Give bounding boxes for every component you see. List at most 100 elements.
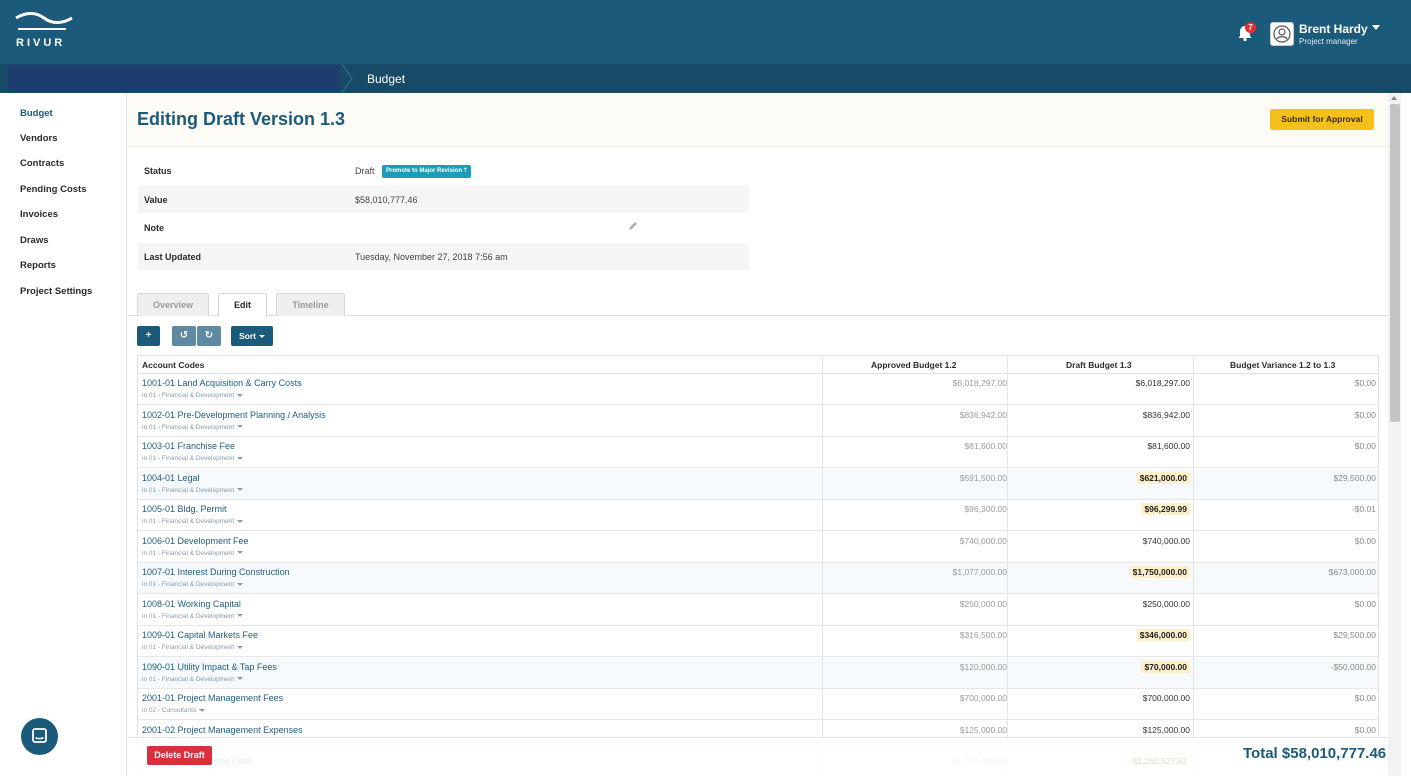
- account-category[interactable]: in 01 - Financial & Development: [142, 392, 244, 399]
- wave-logo-icon: [15, 12, 73, 30]
- account-code-link[interactable]: 1006-01 Development Fee: [142, 536, 249, 546]
- redo-button[interactable]: ↻: [197, 326, 221, 346]
- budget-variance-cell: $0.00: [1354, 598, 1376, 609]
- sidebar: [0, 93, 127, 776]
- chat-button[interactable]: [21, 718, 58, 755]
- approved-budget-cell: $81,600.00: [964, 441, 1007, 451]
- chevron-down-icon: [237, 614, 244, 618]
- account-code-link[interactable]: 1003-01 Franchise Fee: [142, 441, 235, 451]
- account-code-link[interactable]: 1004-01 Legal: [142, 473, 200, 483]
- user-name[interactable]: Brent Hardy: [1299, 22, 1368, 36]
- value-row: Value $58,010,777.46: [138, 185, 749, 213]
- header-approved-budget[interactable]: Approved Budget 1.2: [871, 360, 956, 370]
- chevron-down-icon: [237, 645, 244, 649]
- account-category-label: in 01 - Financial & Development: [142, 581, 235, 588]
- draft-budget-cell[interactable]: $6,018,297.00: [1136, 378, 1190, 388]
- sidebar-item-contracts[interactable]: Contracts: [20, 158, 64, 169]
- value-label: Value: [144, 195, 168, 205]
- draft-budget-cell[interactable]: $125,000.00: [1143, 725, 1190, 735]
- account-category[interactable]: in 02 - Consultants: [142, 707, 206, 714]
- sidebar-item-pending-costs[interactable]: Pending Costs: [20, 184, 87, 195]
- redo-icon: ↻: [204, 330, 214, 341]
- chat-icon: [32, 728, 47, 743]
- draft-budget-cell[interactable]: $836,942.00: [1143, 410, 1190, 420]
- account-category-label: in 01 - Financial & Development: [142, 392, 235, 399]
- undo-icon: ↺: [179, 330, 189, 341]
- value-amount: $58,010,777.46: [355, 195, 418, 205]
- account-code-link[interactable]: 1090-01 Utility Impact & Tap Fees: [142, 662, 277, 672]
- account-code-link[interactable]: 2001-01 Project Management Fees: [142, 693, 283, 703]
- account-code-link[interactable]: 1001-01 Land Acquisition & Carry Costs: [142, 378, 302, 388]
- delete-draft-button[interactable]: Delete Draft: [147, 746, 212, 765]
- tab-timeline[interactable]: Timeline: [276, 293, 345, 316]
- draft-budget-cell[interactable]: $740,000.00: [1143, 536, 1190, 546]
- sort-button[interactable]: Sort: [231, 326, 273, 346]
- account-category[interactable]: in 01 - Financial & Development: [142, 676, 244, 683]
- draft-budget-cell[interactable]: $700,000.00: [1143, 693, 1190, 703]
- account-category-label: in 01 - Financial & Development: [142, 455, 235, 462]
- avatar[interactable]: [1270, 22, 1294, 46]
- note-row: Note: [138, 213, 749, 243]
- account-category[interactable]: in 01 - Financial & Development: [142, 549, 244, 557]
- approved-budget-cell: $316,500.00: [959, 630, 1007, 640]
- undo-button[interactable]: ↺: [172, 326, 196, 346]
- account-code-link[interactable]: 1009-01 Capital Markets Fee: [142, 630, 258, 640]
- budget-variance-cell: $0.00: [1354, 441, 1376, 451]
- account-code-link[interactable]: 1005-01 Bldg. Permit: [142, 504, 227, 514]
- draft-budget-cell[interactable]: $250,000.00: [1143, 599, 1190, 609]
- sidebar-item-budget[interactable]: Budget: [20, 108, 53, 119]
- notification-badge: 7: [1245, 22, 1256, 33]
- scroll-up-icon[interactable]: [1391, 96, 1397, 100]
- draft-budget-cell[interactable]: $1,750,000.00: [1129, 566, 1190, 578]
- sidebar-item-vendors[interactable]: Vendors: [20, 133, 58, 144]
- submit-for-approval-button[interactable]: Submit for Approval: [1270, 109, 1374, 130]
- account-category-label: in 01 - Financial & Development: [142, 518, 235, 525]
- account-category[interactable]: in 01 - Financial & Development: [142, 644, 244, 651]
- header-account-codes[interactable]: Account Codes: [142, 360, 204, 370]
- account-category[interactable]: in 01 - Financial & Development: [142, 486, 244, 494]
- sidebar-item-reports[interactable]: Reports: [20, 260, 56, 271]
- account-category[interactable]: in 01 - Financial & Development: [142, 581, 244, 588]
- header-budget-variance[interactable]: Budget Variance 1.2 to 1.3: [1230, 360, 1335, 370]
- approved-budget-cell: $700,000.00: [959, 693, 1007, 703]
- account-category[interactable]: in 01 - Financial & Development: [142, 455, 244, 462]
- budget-variance-cell: $0.00: [1354, 724, 1376, 735]
- draft-budget-cell[interactable]: $346,000.00: [1136, 629, 1190, 641]
- account-code-link[interactable]: 1007-01 Interest During Construction: [142, 567, 290, 577]
- chevron-down-icon[interactable]: [1372, 25, 1380, 30]
- sidebar-item-project-settings[interactable]: Project Settings: [20, 286, 92, 297]
- header-draft-budget[interactable]: Draft Budget 1.3: [1066, 360, 1132, 370]
- promote-to-major-revision-button[interactable]: Promote to Major Revision 🡑: [382, 165, 471, 178]
- approved-budget-cell: $6,018,297.00: [952, 378, 1007, 388]
- breadcrumb-project[interactable]: [8, 65, 340, 92]
- chevron-down-icon: [237, 425, 244, 429]
- last-updated-row: Last Updated Tuesday, November 27, 2018 …: [138, 243, 749, 270]
- add-row-button[interactable]: +: [137, 326, 160, 346]
- account-code-link[interactable]: 2001-02 Project Management Expenses: [142, 725, 303, 735]
- account-code-link[interactable]: 1008-01 Working Capital: [142, 599, 241, 609]
- account-category[interactable]: in 01 - Financial & Development: [142, 424, 244, 431]
- draft-budget-cell[interactable]: $96,299.99: [1141, 503, 1190, 515]
- scrollbar-thumb[interactable]: [1390, 104, 1400, 422]
- chevron-down-icon: [237, 582, 244, 586]
- chevron-down-icon: [259, 335, 265, 339]
- chevron-down-icon: [237, 456, 244, 460]
- column-divider: [822, 355, 823, 776]
- user-role: Project manager: [1299, 37, 1358, 46]
- pencil-icon[interactable]: [628, 221, 638, 231]
- chevron-down-icon: [237, 488, 244, 492]
- breadcrumb-current: Budget: [367, 72, 406, 86]
- draft-budget-cell[interactable]: $621,000.00: [1136, 471, 1190, 484]
- account-category[interactable]: in 01 - Financial & Development: [142, 613, 244, 620]
- account-category-label: in 01 - Financial & Development: [142, 486, 235, 494]
- draft-budget-cell[interactable]: $70,000.00: [1141, 660, 1190, 673]
- tab-overview[interactable]: Overview: [137, 293, 209, 316]
- account-category[interactable]: in 01 - Financial & Development: [142, 518, 244, 525]
- account-category-label: in 01 - Financial & Development: [142, 549, 235, 557]
- tab-edit[interactable]: Edit: [218, 293, 267, 317]
- approved-budget-cell: $836,942.00: [959, 409, 1007, 420]
- sidebar-item-draws[interactable]: Draws: [20, 235, 49, 246]
- account-code-link[interactable]: 1002-01 Pre-Development Planning / Analy…: [142, 410, 326, 420]
- draft-budget-cell[interactable]: $81,600.00: [1147, 441, 1190, 451]
- sidebar-item-invoices[interactable]: Invoices: [20, 209, 58, 220]
